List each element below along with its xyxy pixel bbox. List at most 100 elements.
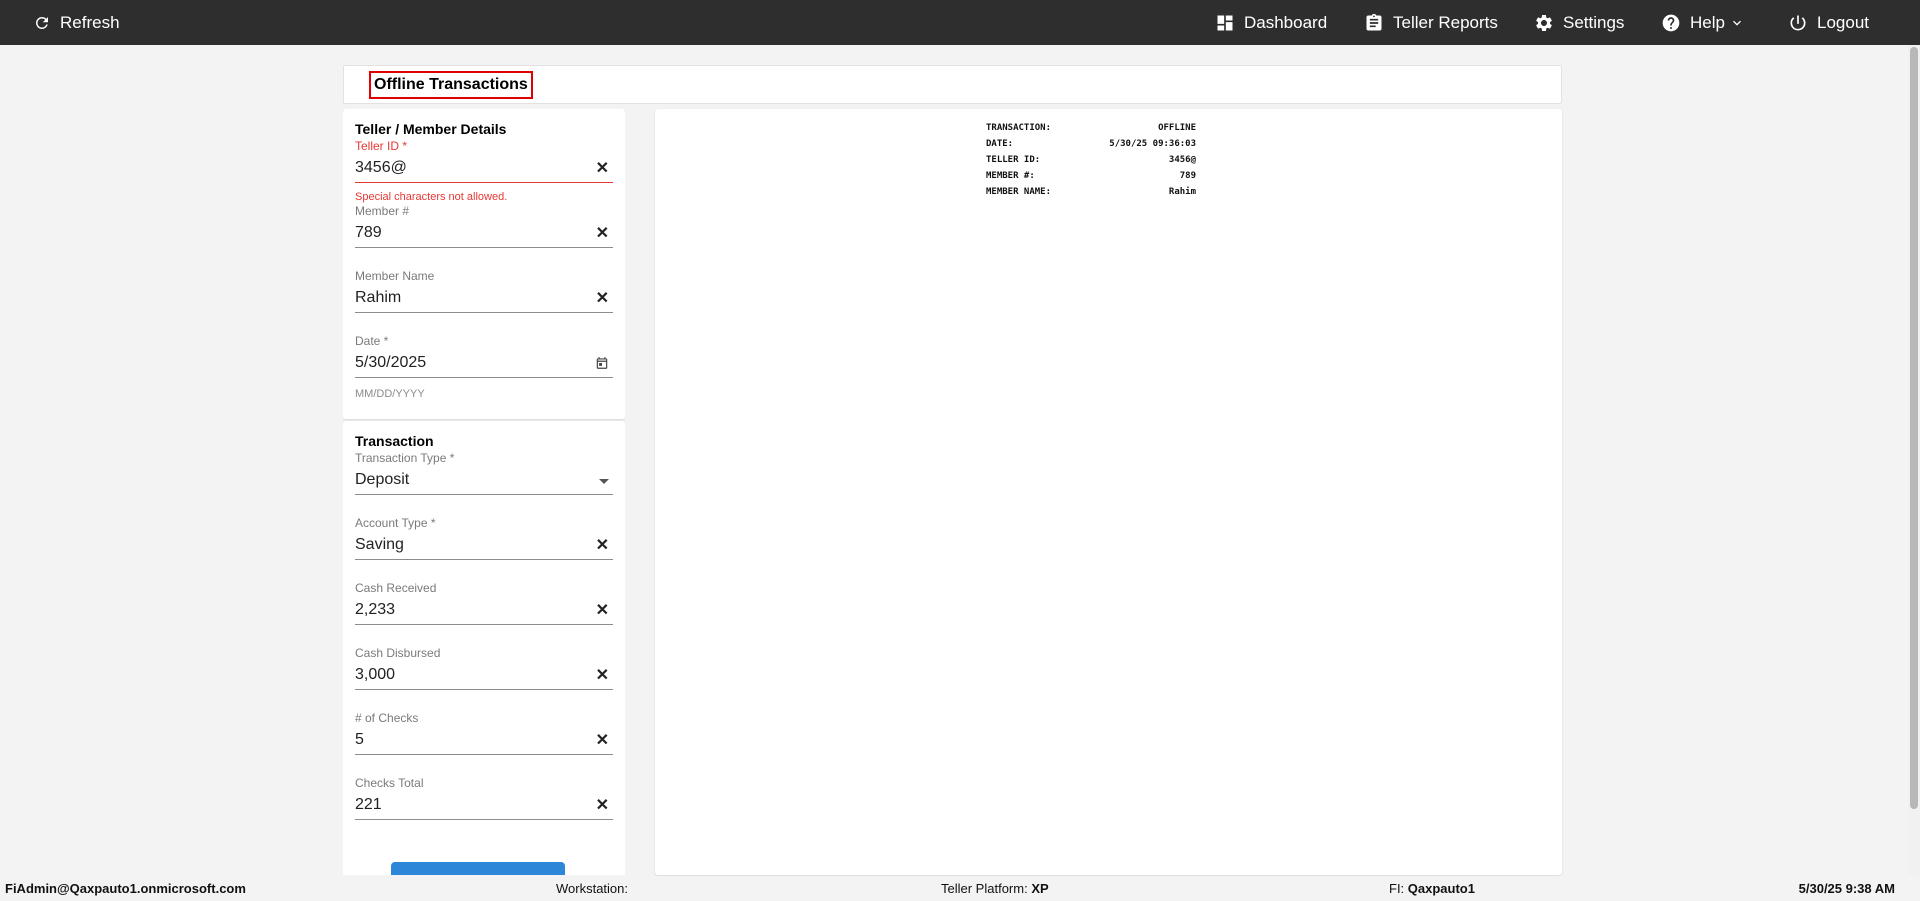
num-checks-label: # of Checks (355, 711, 419, 725)
cash-received-field[interactable]: Cash Received 2,233 ✕ (355, 581, 613, 631)
date-field[interactable]: Date * 5/30/2025 (355, 334, 613, 384)
cash-received-label: Cash Received (355, 581, 437, 595)
fi-value: Qaxpauto1 (1407, 881, 1475, 896)
account-type-field[interactable]: Account Type * Saving ✕ (355, 516, 613, 566)
workstation-label: Workstation: (556, 881, 629, 896)
member-number-input[interactable]: 789 (355, 224, 382, 242)
checks-total-field[interactable]: Checks Total 221 ✕ (355, 776, 613, 826)
platform-label: Teller Platform: (941, 881, 1028, 896)
transaction-card: Transaction Transaction Type * Deposit A… (343, 421, 625, 875)
footer-datetime-value: 5/30/25 9:38 AM (1798, 881, 1895, 896)
receipt-row: TRANSACTION: OFFLINE (986, 123, 1196, 137)
dashboard-icon (1217, 15, 1233, 30)
dropdown-arrow-icon[interactable] (599, 479, 609, 484)
footer-user-email: FiAdmin@Qaxpauto1.onmicrosoft.com (5, 881, 246, 896)
date-helper-text: MM/DD/YYYY (355, 388, 425, 400)
clear-icon[interactable]: ✕ (596, 291, 609, 307)
clear-icon[interactable]: ✕ (596, 733, 609, 749)
input-underline (355, 689, 613, 690)
account-type-input[interactable]: Saving (355, 536, 404, 554)
refresh-label: Refresh (60, 12, 120, 32)
clear-icon[interactable]: ✕ (596, 798, 609, 814)
member-number-label: Member # (355, 204, 410, 218)
receipt-value: OFFLINE (1158, 123, 1196, 133)
teller-reports-link[interactable]: Teller Reports (1364, 0, 1498, 45)
power-icon (1790, 15, 1806, 30)
help-menu[interactable]: Help (1661, 0, 1745, 45)
form-panel: Teller / Member Details Teller ID * 3456… (343, 109, 625, 875)
input-underline (355, 312, 613, 313)
help-label: Help (1690, 12, 1725, 32)
input-underline (355, 377, 613, 378)
transaction-type-label: Transaction Type * (355, 451, 455, 465)
settings-label: Settings (1563, 12, 1625, 32)
footer-datetime: 5/30/25 9:38 AM (1799, 881, 1895, 896)
footer-fi: FI: Qaxpauto1 (1389, 881, 1475, 896)
member-name-field[interactable]: Member Name Rahim ✕ (355, 269, 613, 319)
submit-button[interactable] (391, 862, 565, 875)
settings-link[interactable]: Settings (1534, 0, 1624, 45)
input-underline (355, 559, 613, 560)
member-number-field[interactable]: Member # 789 ✕ (355, 204, 613, 254)
receipt-value: 5/30/25 09:36:03 (1109, 139, 1196, 149)
member-name-label: Member Name (355, 269, 435, 283)
clear-icon[interactable]: ✕ (596, 668, 609, 684)
page-title: Offline Transactions (369, 71, 533, 99)
input-underline (355, 819, 613, 820)
teller-member-heading: Teller / Member Details (355, 121, 507, 137)
page-scrollbar[interactable] (1908, 45, 1920, 875)
transaction-type-value[interactable]: Deposit (355, 471, 409, 489)
calendar-icon[interactable] (595, 356, 609, 370)
clear-icon[interactable]: ✕ (596, 603, 609, 619)
footer-workstation: Workstation: (556, 881, 628, 896)
checks-total-input[interactable]: 221 (355, 796, 382, 814)
dashboard-link[interactable]: Dashboard (1215, 0, 1327, 45)
receipt-row: DATE: 5/30/25 09:36:03 (986, 139, 1196, 153)
num-checks-field[interactable]: # of Checks 5 ✕ (355, 711, 613, 761)
refresh-button[interactable]: Refresh (33, 0, 120, 45)
teller-id-input[interactable]: 3456@ (355, 159, 407, 177)
teller-id-label: Teller ID * (355, 139, 408, 153)
cash-disbursed-field[interactable]: Cash Disbursed 3,000 ✕ (355, 646, 613, 696)
receipt-preview: TRANSACTION: OFFLINE DATE: 5/30/25 09:36… (655, 109, 1562, 875)
receipt-key: TRANSACTION: (986, 123, 1052, 133)
receipt-key: MEMBER #: (986, 171, 1035, 181)
clear-icon[interactable]: ✕ (596, 161, 609, 177)
scrollbar-thumb[interactable] (1910, 47, 1918, 809)
logout-button[interactable]: Logout (1788, 0, 1869, 45)
top-navbar: Refresh Dashboard Teller Reports Setting… (0, 0, 1920, 45)
receipt-key: MEMBER NAME: (986, 187, 1052, 197)
input-underline (355, 754, 613, 755)
receipt-row: MEMBER #: 789 (986, 171, 1196, 185)
receipt-row: MEMBER NAME: Rahim (986, 187, 1196, 201)
cash-disbursed-input[interactable]: 3,000 (355, 666, 395, 684)
transaction-type-select[interactable]: Transaction Type * Deposit (355, 451, 613, 501)
teller-id-field[interactable]: Teller ID * 3456@ ✕ (355, 139, 613, 189)
member-name-input[interactable]: Rahim (355, 289, 401, 307)
teller-id-error: Special characters not allowed. (355, 191, 508, 203)
receipt-value: 789 (1179, 171, 1196, 181)
receipt-value: Rahim (1168, 187, 1196, 197)
footer-platform: Teller Platform: XP (941, 881, 1049, 896)
cash-disbursed-label: Cash Disbursed (355, 646, 441, 660)
cash-received-input[interactable]: 2,233 (355, 601, 395, 619)
chevron-down-icon (1732, 20, 1741, 26)
clear-icon[interactable]: ✕ (596, 538, 609, 554)
transaction-heading: Transaction (355, 433, 434, 449)
logout-label: Logout (1817, 12, 1869, 32)
input-underline (355, 494, 613, 495)
receipt-key: DATE: (986, 139, 1014, 149)
teller-reports-label: Teller Reports (1393, 12, 1498, 32)
date-input[interactable]: 5/30/2025 (355, 354, 426, 372)
footer-user: FiAdmin@Qaxpauto1.onmicrosoft.com (5, 881, 246, 896)
clear-icon[interactable]: ✕ (596, 226, 609, 242)
page-header: Offline Transactions (343, 65, 1562, 104)
num-checks-input[interactable]: 5 (355, 731, 364, 749)
clipboard-icon (1366, 13, 1382, 31)
receipt-key: TELLER ID: (986, 155, 1041, 165)
checks-total-label: Checks Total (355, 776, 424, 790)
gear-icon (1536, 14, 1552, 31)
date-label: Date * (355, 334, 389, 348)
fi-label: FI: (1389, 881, 1405, 896)
input-underline (355, 624, 613, 625)
